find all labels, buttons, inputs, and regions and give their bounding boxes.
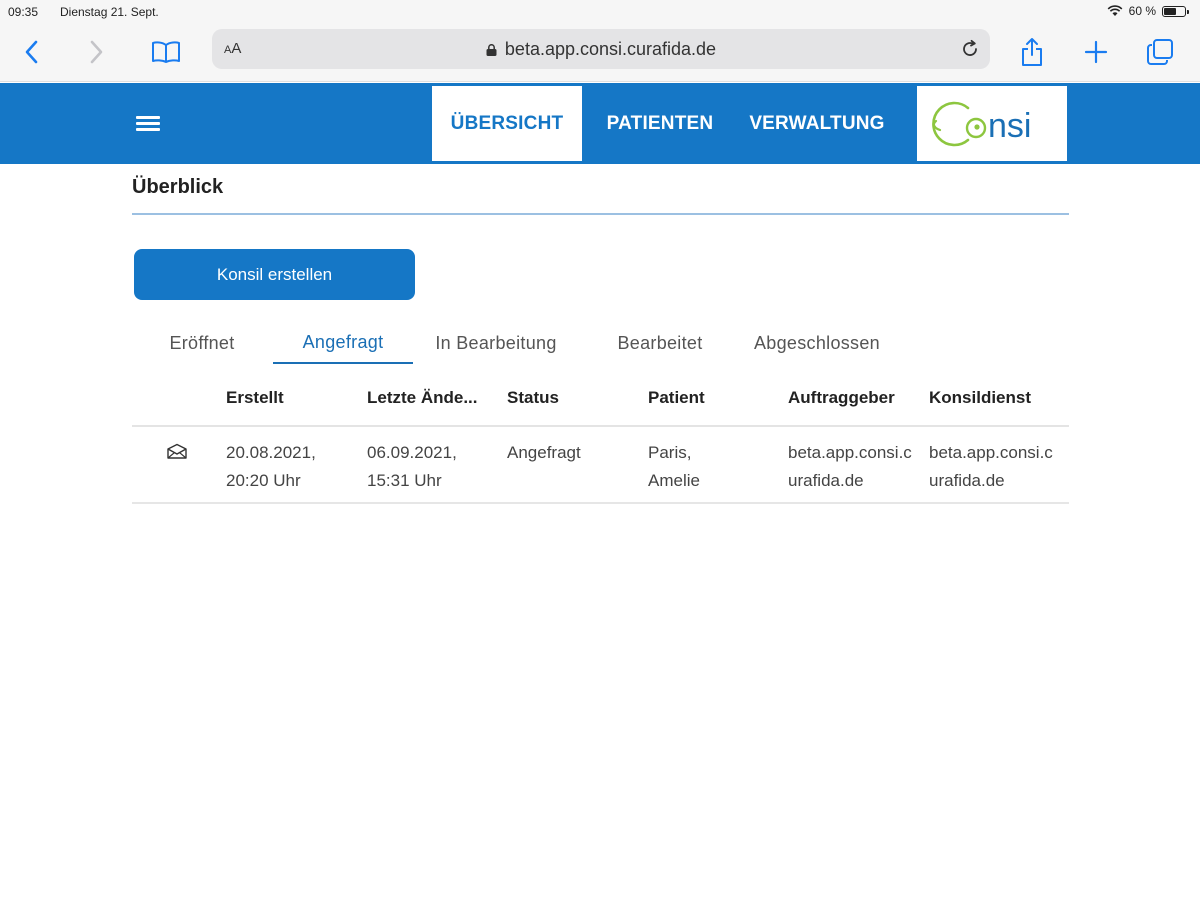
address-bar[interactable]: AA beta.app.consi.curafida.de (212, 29, 990, 69)
share-icon[interactable] (1014, 34, 1050, 70)
column-header-created[interactable]: Erstellt (226, 388, 284, 408)
back-icon[interactable] (14, 34, 50, 70)
nav-patients[interactable]: PATIENTEN (591, 86, 729, 161)
wifi-icon (1107, 5, 1123, 16)
reload-icon[interactable] (960, 39, 980, 59)
app-header: ÜBERSICHT PATIENTEN VERWALTUNG nsi (0, 83, 1200, 164)
title-divider (132, 213, 1069, 215)
consi-logo-mark: nsi (932, 101, 1031, 146)
nav-overview[interactable]: ÜBERSICHT (432, 86, 582, 161)
menu-icon[interactable] (136, 116, 160, 132)
consi-logo[interactable]: nsi (917, 86, 1067, 161)
column-header-status[interactable]: Status (507, 388, 559, 408)
url-text[interactable]: beta.app.consi.curafida.de (212, 39, 990, 60)
cell-consult-service: beta.app.consi.c urafida.de (929, 443, 1053, 490)
envelope-icon (167, 443, 187, 459)
column-header-patient[interactable]: Patient (648, 388, 705, 408)
tab-completed[interactable]: Abgeschlossen (737, 322, 897, 364)
cell-status: Angefragt (507, 443, 581, 462)
table-row[interactable]: 20.08.2021, 20:20 Uhr 06.09.2021, 15:31 Uh… (132, 427, 1069, 504)
tabs-overview-icon[interactable] (1142, 34, 1178, 70)
ios-status-bar: 09:35 Dienstag 21. Sept. 60 % (0, 0, 1200, 24)
bookmarks-icon[interactable] (148, 34, 184, 70)
battery-percent: 60 % (1128, 4, 1156, 18)
cell-client: beta.app.consi.c urafida.de (788, 443, 912, 490)
page-title: Überblick (132, 176, 224, 198)
tab-in-progress[interactable]: In Bearbeitung (421, 322, 571, 364)
column-header-last-changed[interactable]: Letzte Ände... (367, 388, 478, 408)
nav-administration[interactable]: VERWALTUNG (738, 86, 896, 161)
tab-requested[interactable]: Angefragt (273, 322, 413, 364)
lock-icon (486, 44, 497, 56)
column-header-consult-service[interactable]: Konsildienst (929, 388, 1031, 408)
new-tab-icon[interactable] (1078, 34, 1114, 70)
battery-icon (1162, 5, 1189, 17)
tab-processed[interactable]: Bearbeitet (594, 322, 726, 364)
create-konsil-button[interactable]: Konsil erstellen (134, 249, 415, 300)
status-right: 60 % (1107, 4, 1189, 18)
status-time: 09:35 (8, 5, 39, 19)
forward-icon[interactable] (78, 34, 114, 70)
status-date: Dienstag 21. Sept. (60, 5, 159, 19)
logo-text: nsi (988, 107, 1031, 145)
browser-toolbar: AA beta.app.consi.curafida.de (0, 24, 1200, 82)
column-header-client[interactable]: Auftraggeber (788, 388, 895, 408)
cell-created: 20.08.2021, 20:20 Uhr (226, 443, 316, 490)
cell-patient: Paris, Amelie (648, 443, 700, 490)
tab-opened[interactable]: Eröffnet (132, 322, 272, 364)
cell-last-changed: 06.09.2021, 15:31 Uhr (367, 443, 457, 490)
